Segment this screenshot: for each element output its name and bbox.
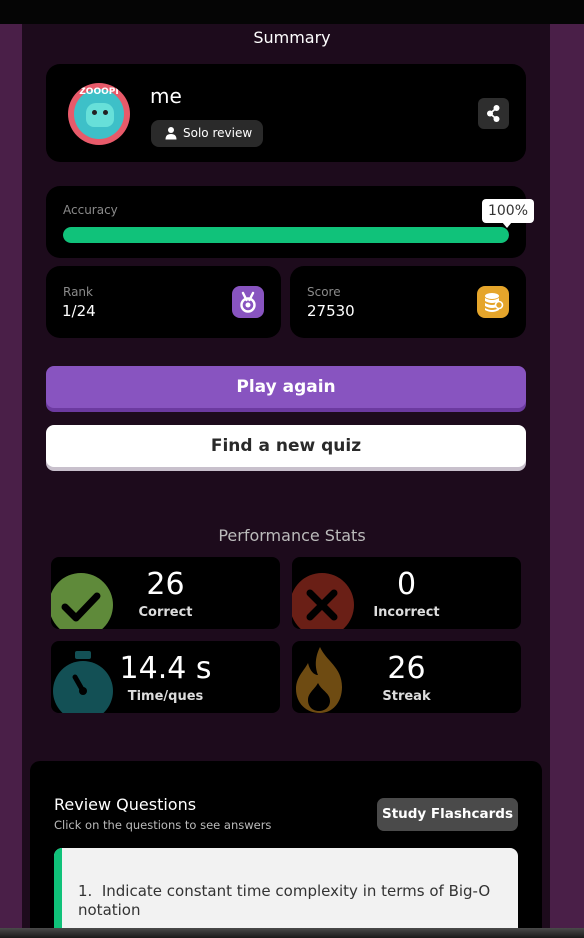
rank-label: Rank — [63, 285, 93, 299]
player-name: me — [150, 84, 182, 108]
rank-icon-badge — [232, 286, 264, 318]
review-title: Review Questions — [54, 795, 197, 814]
score-label: Score — [307, 285, 341, 299]
left-backdrop — [0, 24, 22, 928]
streak-label: Streak — [382, 689, 431, 704]
find-new-quiz-button[interactable]: Find a new quiz — [46, 425, 526, 467]
avatar-logo-text: ZOOOPI — [79, 87, 119, 97]
time-per-question: 14.4 s — [119, 651, 212, 686]
question-text: 1. Indicate constant time complexity in … — [78, 882, 498, 920]
share-icon — [487, 105, 500, 122]
correct-label: Correct — [138, 605, 193, 620]
streak-count: 26 — [387, 651, 426, 686]
mode-badge: Solo review — [151, 120, 263, 147]
avatar: ZOOOPI — [68, 83, 130, 145]
accuracy-value: 100% — [482, 199, 534, 223]
streak-stat-card: 26 Streak — [292, 641, 521, 713]
incorrect-label: Incorrect — [373, 605, 440, 620]
incorrect-stat-card: 0 Incorrect — [292, 557, 521, 629]
right-backdrop — [550, 24, 584, 928]
page-title: Summary — [253, 28, 331, 47]
accuracy-label: Accuracy — [63, 203, 118, 217]
score-icon-badge — [477, 286, 509, 318]
question-number: 1. — [78, 882, 93, 900]
time-stat-card: 14.4 s Time/ques — [51, 641, 280, 713]
correct-stat-card: 26 Correct — [51, 557, 280, 629]
coins-icon — [485, 293, 504, 312]
correct-count: 26 — [146, 567, 185, 602]
mode-label: Solo review — [183, 126, 253, 140]
accuracy-card — [46, 186, 526, 258]
review-subtitle: Click on the questions to see answers — [54, 818, 272, 832]
question-card[interactable]: 1. Indicate constant time complexity in … — [54, 848, 518, 928]
share-button[interactable] — [478, 98, 509, 129]
bottom-edge — [0, 928, 584, 938]
medal-icon — [240, 291, 256, 313]
question-body: Indicate constant time complexity in ter… — [78, 882, 491, 919]
score-value: 27530 — [307, 302, 355, 320]
study-flashcards-button[interactable]: Study Flashcards — [377, 798, 518, 831]
time-label: Time/ques — [127, 689, 204, 704]
performance-stats-title: Performance Stats — [218, 526, 366, 545]
incorrect-count: 0 — [396, 567, 417, 602]
play-again-button[interactable]: Play again — [46, 366, 526, 408]
top-bar — [0, 0, 584, 24]
accuracy-bar — [63, 227, 509, 243]
correct-indicator-bar — [54, 848, 62, 928]
accuracy-tooltip-arrow — [502, 222, 512, 228]
rank-value: 1/24 — [62, 302, 96, 320]
accuracy-bar-fill — [63, 227, 509, 243]
user-icon — [165, 127, 177, 140]
